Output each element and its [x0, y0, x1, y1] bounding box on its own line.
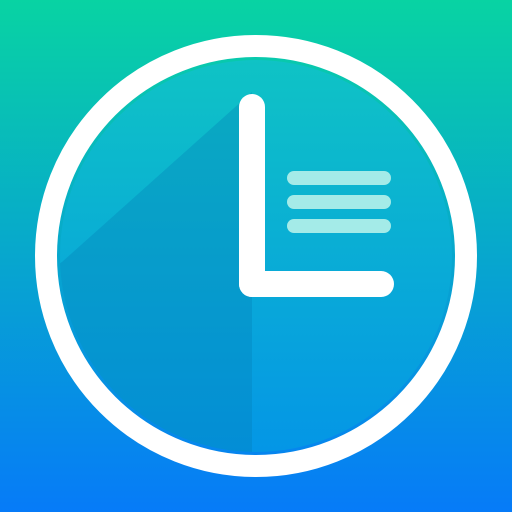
clock-list-icon: [0, 0, 512, 512]
app-icon: [0, 0, 512, 512]
